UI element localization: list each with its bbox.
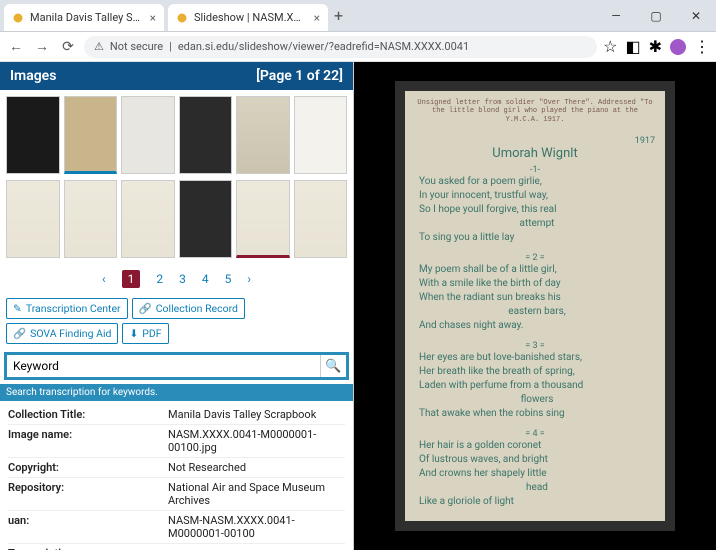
document-page: Unsigned letter from soldier "Over There…: [405, 91, 665, 521]
pager-prev[interactable]: ‹: [102, 272, 106, 286]
images-page-indicator: [Page 1 of 22]: [256, 68, 343, 84]
menu-icon[interactable]: ⋮: [694, 37, 710, 56]
stanza-num: -1-: [415, 165, 655, 175]
pencil-icon: ✎: [13, 302, 22, 315]
browser-tab-2[interactable]: Slideshow | NASM.XXXX.0041 ×: [168, 4, 328, 31]
stanza: You asked for a poem girlie, In your inn…: [415, 175, 655, 245]
meta-row: Repository:National Air and Space Museum…: [8, 477, 345, 510]
thumbnail[interactable]: [236, 180, 290, 258]
thumbnail[interactable]: [294, 96, 348, 174]
document-frame: Unsigned letter from soldier "Over There…: [395, 81, 675, 531]
favicon-icon: [12, 12, 24, 24]
close-button[interactable]: ✕: [676, 0, 716, 31]
close-icon[interactable]: ×: [314, 11, 320, 25]
link-icon: 🔗: [139, 302, 152, 315]
collection-record-link[interactable]: 🔗Collection Record: [132, 298, 245, 319]
thumbnail[interactable]: [179, 96, 233, 174]
stanza: My poem shall be of a little girl, With …: [415, 263, 655, 333]
meta-row: Collection Title:Manila Davis Talley Scr…: [8, 405, 345, 424]
thumbnail[interactable]: [179, 180, 233, 258]
typed-header: Unsigned letter from soldier "Over There…: [415, 99, 655, 124]
meta-row: uan:NASM-NASM.XXXX.0041-M0000001-00100: [8, 510, 345, 543]
download-icon: ⬇: [129, 327, 138, 340]
search-button[interactable]: 🔍: [320, 355, 346, 377]
sova-finding-aid-link[interactable]: 🔗SOVA Finding Aid: [6, 323, 118, 344]
tab-label: Manila Davis Talley Scrapbook: [30, 11, 144, 24]
thumbnail[interactable]: [6, 180, 60, 258]
images-title: Images: [10, 68, 56, 84]
doc-date: 1917: [415, 136, 655, 146]
keyword-input[interactable]: [7, 355, 320, 377]
tab-label: Slideshow | NASM.XXXX.0041: [194, 11, 308, 24]
search-icon: 🔍: [325, 359, 341, 374]
extension-icon[interactable]: ◧: [625, 37, 640, 56]
pagination: ‹ 1 2 3 4 5 ›: [0, 264, 353, 294]
keyword-hint: Search transcription for keywords.: [0, 384, 353, 401]
security-label: Not secure: [110, 40, 163, 53]
favicon-icon: [176, 12, 188, 24]
stanza: Her eyes are but love-banished stars, He…: [415, 351, 655, 421]
maximize-button[interactable]: ▢: [636, 0, 676, 31]
doc-title: Umorah Wignlt: [415, 146, 655, 161]
link-icon: 🔗: [13, 327, 26, 340]
meta-row: Image name:NASM.XXXX.0041-M0000001-00100…: [8, 424, 345, 457]
minimize-button[interactable]: —: [596, 0, 636, 31]
stanza-num: = 4 =: [415, 429, 655, 439]
pager-page[interactable]: 2: [156, 272, 163, 286]
thumbnail[interactable]: [121, 96, 175, 174]
url-field[interactable]: ⚠ Not secure | edan.si.edu/slideshow/vie…: [84, 36, 597, 58]
thumbnail[interactable]: [121, 180, 175, 258]
address-bar: ← → ⟳ ⚠ Not secure | edan.si.edu/slidesh…: [0, 32, 716, 62]
stanza-num: = 2 =: [415, 253, 655, 263]
browser-titlebar: Manila Davis Talley Scrapbook × Slidesho…: [0, 0, 716, 32]
images-header: Images [Page 1 of 22]: [0, 62, 353, 90]
image-viewer[interactable]: Unsigned letter from soldier "Over There…: [354, 62, 716, 550]
new-tab-button[interactable]: +: [334, 6, 343, 25]
pdf-link[interactable]: ⬇PDF: [122, 323, 168, 344]
browser-extensions: ☆ ◧ ✱ ⋮: [603, 37, 710, 56]
reload-button[interactable]: ⟳: [58, 39, 78, 55]
browser-tab-1[interactable]: Manila Davis Talley Scrapbook ×: [4, 4, 164, 31]
thumbnail[interactable]: [64, 180, 118, 258]
back-button[interactable]: ←: [6, 38, 26, 55]
pager-page[interactable]: 3: [179, 272, 186, 286]
thumbnail[interactable]: [64, 96, 118, 174]
transcription-center-link[interactable]: ✎Transcription Center: [6, 298, 128, 319]
pager-page[interactable]: 5: [225, 272, 232, 286]
stanza: Her hair is a golden coronet Of lustrous…: [415, 439, 655, 509]
metadata-panel: Collection Title:Manila Davis Talley Scr…: [0, 401, 353, 550]
url-text: edan.si.edu/slideshow/viewer/?eadrefid=N…: [178, 40, 469, 53]
window-controls: — ▢ ✕: [596, 0, 716, 31]
keyword-search: 🔍: [4, 352, 349, 380]
profile-avatar[interactable]: [670, 39, 686, 55]
resource-links: ✎Transcription Center 🔗Collection Record…: [0, 294, 353, 348]
close-icon[interactable]: ×: [150, 11, 156, 25]
star-icon[interactable]: ☆: [603, 37, 617, 56]
security-icon: ⚠: [94, 40, 104, 53]
pager-page[interactable]: 4: [202, 272, 209, 286]
thumbnail[interactable]: [294, 180, 348, 258]
thumbnail[interactable]: [6, 96, 60, 174]
extensions-menu-icon[interactable]: ✱: [649, 37, 662, 56]
meta-row: Copyright:Not Researched: [8, 457, 345, 477]
pager-page[interactable]: 1: [122, 270, 141, 288]
thumbnail[interactable]: [236, 96, 290, 174]
transcription-label: Transcription:: [8, 543, 345, 550]
thumbnail-grid: [0, 90, 353, 264]
pager-next[interactable]: ›: [247, 272, 251, 286]
forward-button[interactable]: →: [32, 38, 52, 55]
sidebar-panel: Images [Page 1 of 22] ‹ 1 2 3 4 5 ›: [0, 62, 354, 550]
stanza-num: = 3 =: [415, 341, 655, 351]
